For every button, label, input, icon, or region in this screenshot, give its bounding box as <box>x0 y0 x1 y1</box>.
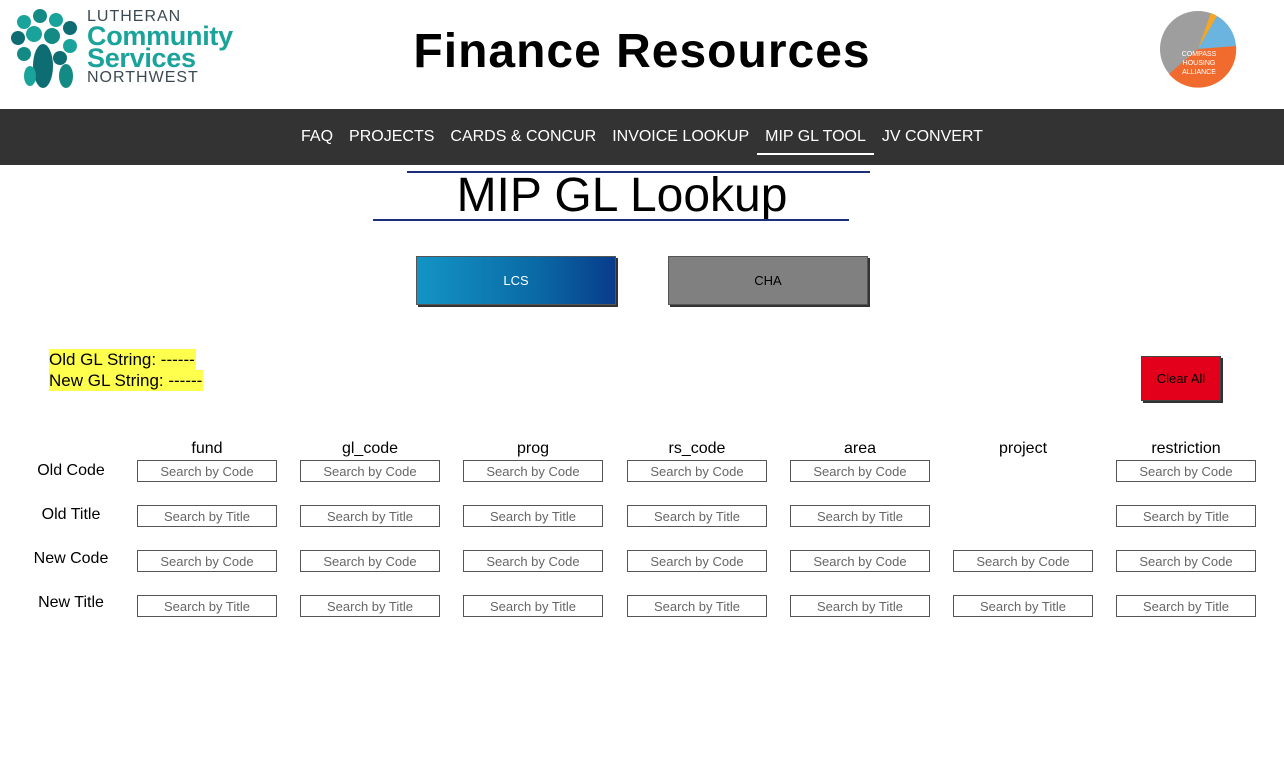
gl-string-display: Old GL String: ------ New GL String: ---… <box>49 349 204 391</box>
old-restriction-title-input[interactable] <box>1116 505 1256 527</box>
new-rs-code-code-input[interactable] <box>627 550 767 572</box>
nav-item-mip-gl-tool[interactable]: MIP GL TOOL <box>757 109 874 165</box>
cha-line-3: ALLIANCE <box>1182 69 1216 76</box>
column-header-gl-code: gl_code <box>341 440 399 457</box>
column-header-restriction: restriction <box>1151 440 1221 457</box>
new-fund-title-input[interactable] <box>137 595 277 617</box>
title-rule-bottom <box>373 219 849 221</box>
old-rs-code-code-input[interactable] <box>627 460 767 482</box>
cha-circle-logo-icon[interactable]: COMPASS HOUSING ALLIANCE <box>1159 10 1237 88</box>
nav-item-projects[interactable]: PROJECTS <box>341 109 442 165</box>
column-header-project: project <box>998 440 1048 457</box>
row-label-new-title: New Title <box>38 594 104 611</box>
lookup-title-block: MIP GL Lookup <box>373 171 871 223</box>
header: LUTHERAN Community Services NORTHWEST Fi… <box>0 0 1284 109</box>
new-prog-title-input[interactable] <box>463 595 603 617</box>
new-gl-string: New GL String: ------ <box>49 370 204 391</box>
column-header-fund: fund <box>191 440 223 457</box>
new-project-code-input[interactable] <box>953 550 1093 572</box>
new-area-code-input[interactable] <box>790 550 930 572</box>
page-title: Finance Resources <box>413 25 871 78</box>
old-area-title-input[interactable] <box>790 505 930 527</box>
old-prog-code-input[interactable] <box>463 460 603 482</box>
nav-item-invoice-lookup[interactable]: INVOICE LOOKUP <box>604 109 757 165</box>
new-area-title-input[interactable] <box>790 595 930 617</box>
old-rs-code-title-input[interactable] <box>627 505 767 527</box>
cha-line-2: HOUSING <box>1183 60 1216 67</box>
cha-button[interactable]: CHA <box>668 256 868 305</box>
clear-all-button[interactable]: Clear All <box>1141 356 1221 401</box>
row-label-old-title: Old Title <box>41 506 101 523</box>
new-prog-code-input[interactable] <box>463 550 603 572</box>
old-prog-title-input[interactable] <box>463 505 603 527</box>
main-nav: FAQ PROJECTS CARDS & CONCUR INVOICE LOOK… <box>0 109 1284 165</box>
column-header-prog: prog <box>516 440 550 457</box>
old-area-code-input[interactable] <box>790 460 930 482</box>
new-fund-code-input[interactable] <box>137 550 277 572</box>
cha-line-1: COMPASS <box>1182 51 1217 58</box>
row-label-new-code: New Code <box>33 550 109 567</box>
row-label-old-code: Old Code <box>37 462 105 479</box>
old-gl-code-code-input[interactable] <box>300 460 440 482</box>
old-restriction-code-input[interactable] <box>1116 460 1256 482</box>
old-gl-string: Old GL String: ------ <box>49 349 196 370</box>
old-fund-code-input[interactable] <box>137 460 277 482</box>
new-rs-code-title-input[interactable] <box>627 595 767 617</box>
lookup-title: MIP GL Lookup <box>456 169 788 222</box>
new-project-title-input[interactable] <box>953 595 1093 617</box>
lcs-button[interactable]: LCS <box>416 256 616 305</box>
nav-item-jv-convert[interactable]: JV CONVERT <box>874 109 991 165</box>
new-restriction-title-input[interactable] <box>1116 595 1256 617</box>
new-gl-code-code-input[interactable] <box>300 550 440 572</box>
nav-item-cards-concur[interactable]: CARDS & CONCUR <box>442 109 604 165</box>
old-fund-title-input[interactable] <box>137 505 277 527</box>
old-gl-code-title-input[interactable] <box>300 505 440 527</box>
new-gl-code-title-input[interactable] <box>300 595 440 617</box>
new-restriction-code-input[interactable] <box>1116 550 1256 572</box>
nav-item-faq[interactable]: FAQ <box>293 109 341 165</box>
column-header-area: area <box>843 440 877 457</box>
column-header-rs-code: rs_code <box>668 440 726 457</box>
